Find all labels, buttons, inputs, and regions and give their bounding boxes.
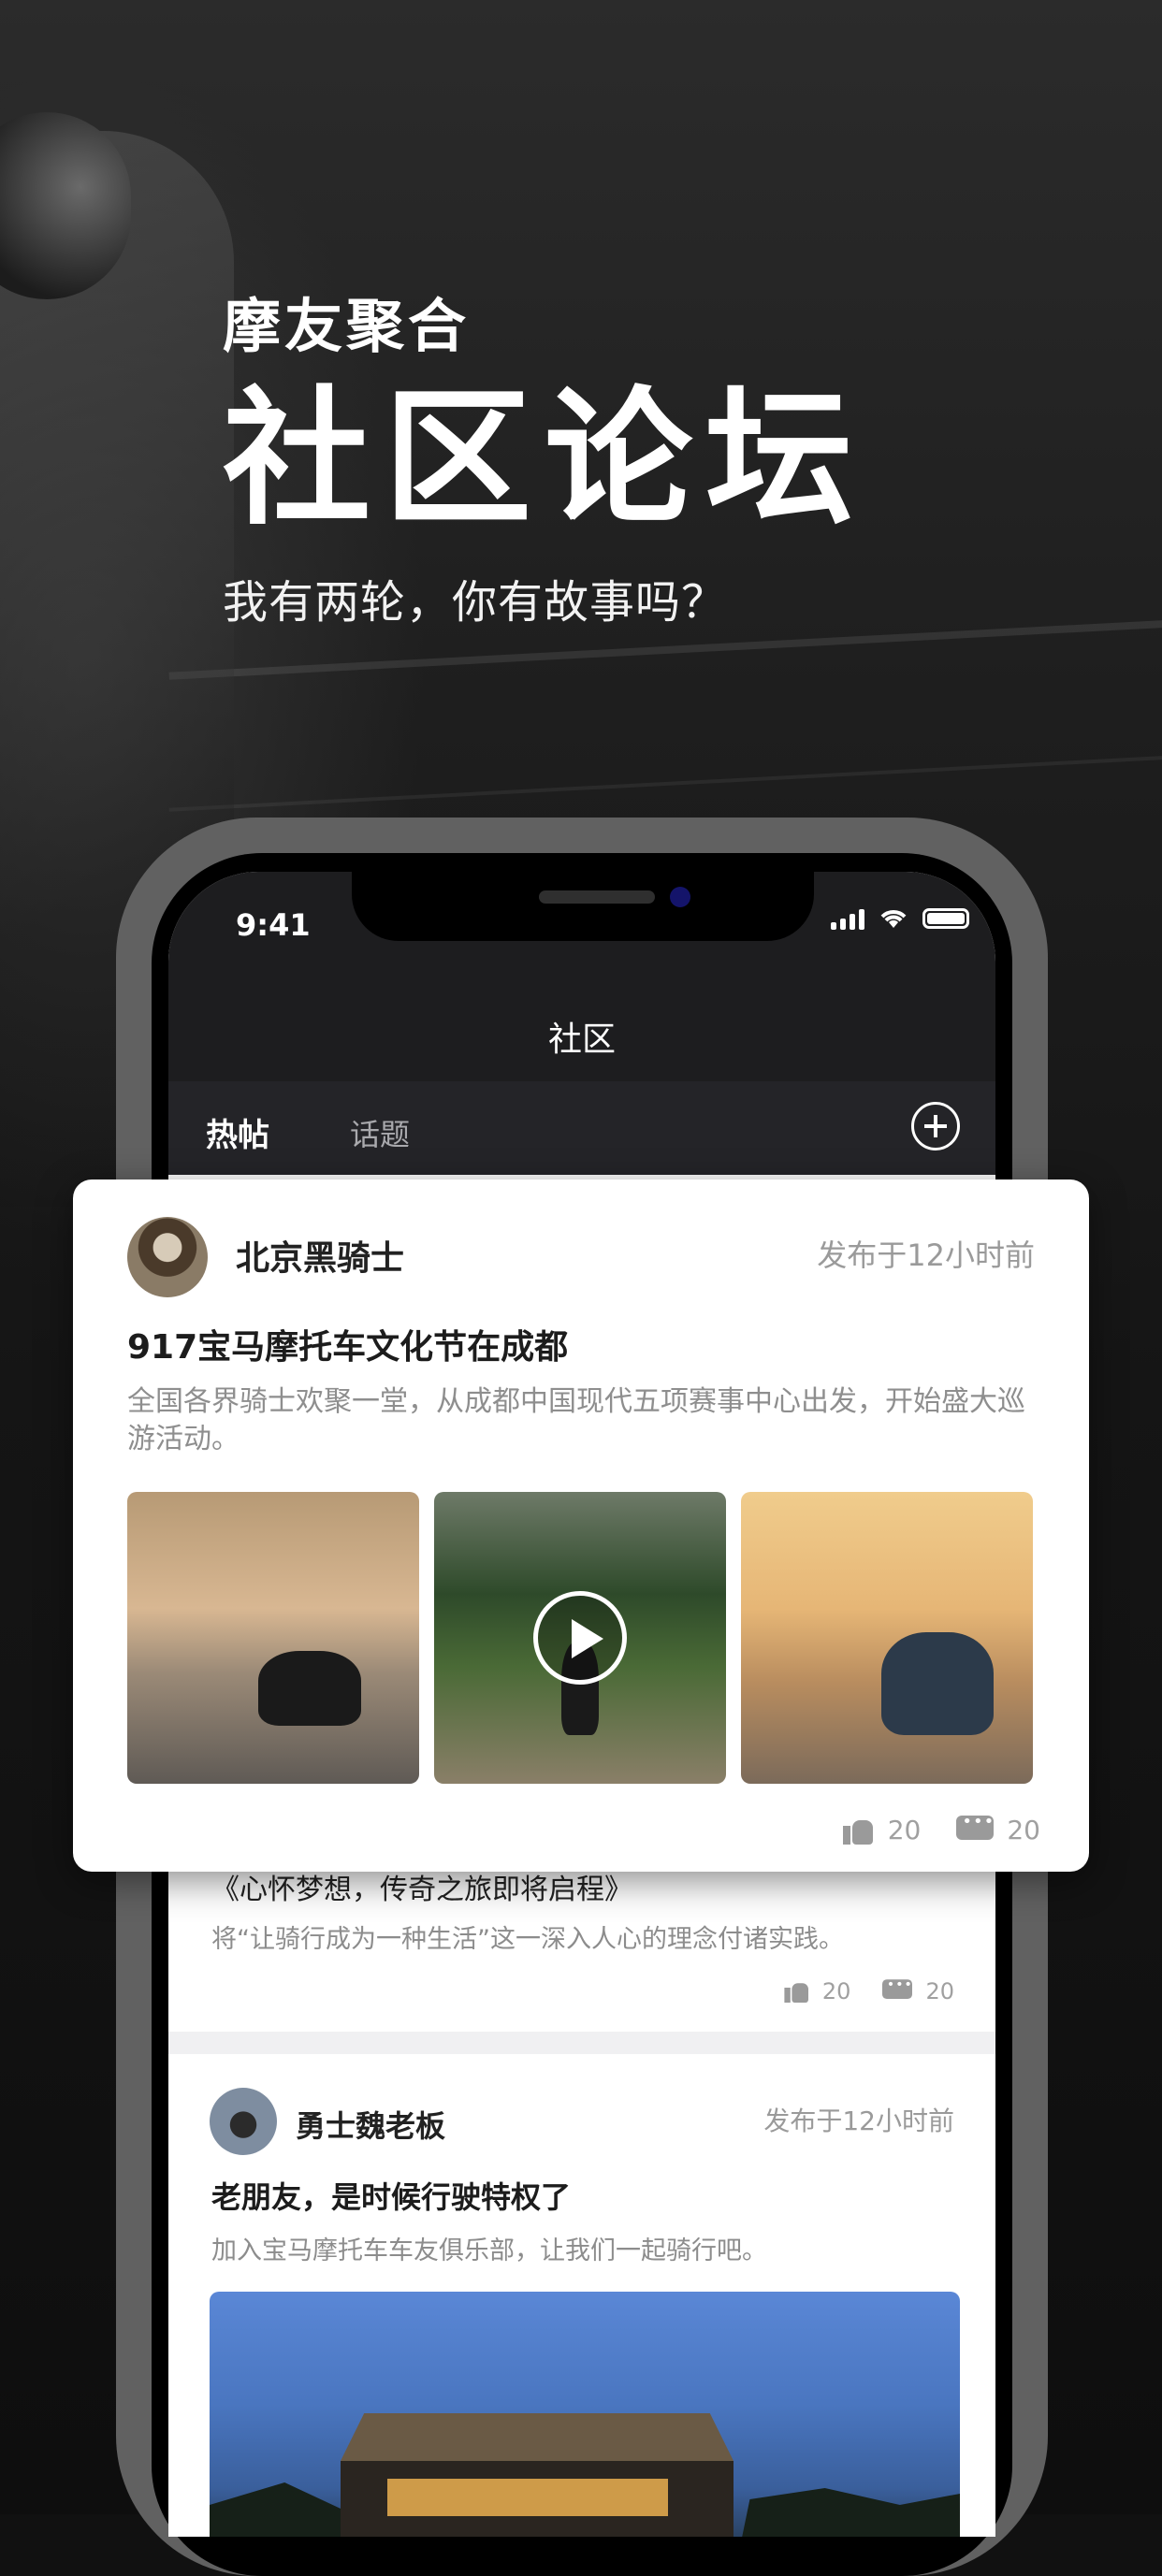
- hero-tagline: 我有两轮，你有故事吗？: [223, 576, 728, 629]
- sunset-terrace-scooter-photo[interactable]: [741, 1492, 1033, 1784]
- city-street-motorcycle-photo[interactable]: [127, 1492, 419, 1784]
- list-item[interactable]: 勇士魏老板 发布于12小时前 老朋友，是时候行驶特权了 加入宝马摩托车车友俱乐部…: [168, 2054, 995, 2537]
- post-description: 全国各界骑士欢聚一堂，从成都中国现代五项赛事中心出发，开始盛大巡游活动。: [127, 1385, 1025, 1455]
- tab-hot-posts[interactable]: 热帖: [206, 1109, 269, 1155]
- status-icons: [831, 907, 969, 930]
- phone-notch: [352, 872, 814, 941]
- post-author[interactable]: 北京黑骑士: [236, 1231, 404, 1280]
- nav-bar: 社区: [168, 993, 995, 1081]
- forest-road-rider-video[interactable]: [434, 1492, 726, 1784]
- post-stats: 20 20: [781, 1976, 954, 2006]
- status-bar: 9:41: [168, 872, 995, 993]
- hero-title: 社区论坛: [223, 373, 866, 545]
- comment-count: 20: [1007, 1815, 1040, 1845]
- tab-bar: 热帖 话题: [168, 1081, 995, 1175]
- post-time: 发布于12小时前: [817, 1237, 1035, 1273]
- post-image-grid: [127, 1492, 1033, 1784]
- wifi-icon: [880, 910, 907, 928]
- featured-post-card[interactable]: 北京黑骑士 发布于12小时前 917宝马摩托车文化节在成都 全国各界骑士欢聚一堂…: [73, 1179, 1089, 1872]
- nav-title: 社区: [547, 1020, 616, 1059]
- like-count: 20: [887, 1815, 922, 1845]
- signal-icon: [831, 907, 864, 930]
- like-count: 20: [821, 1978, 851, 2004]
- avatar[interactable]: [210, 2088, 277, 2155]
- thumbs-up-icon[interactable]: [842, 1816, 875, 1845]
- comment-icon[interactable]: [882, 1976, 913, 2004]
- post-title: 老朋友，是时候行驶特权了: [211, 2179, 572, 2215]
- post-image[interactable]: [210, 2292, 960, 2537]
- hero-subtitle: 摩友聚合: [223, 292, 471, 360]
- post-time: 发布于12小时前: [763, 2106, 954, 2136]
- list-item[interactable]: 《心怀梦想，传奇之旅即将启程》 将“让骑行成为一种生活”这一深入人心的理念付诸实…: [168, 1866, 995, 2004]
- plus-circle-icon[interactable]: [911, 1102, 960, 1151]
- image-lights: [387, 2479, 668, 2516]
- divider: [168, 2032, 995, 2054]
- avatar[interactable]: [127, 1217, 208, 1297]
- post-description: 将“让骑行成为一种生活”这一深入人心的理念付诸实践。: [211, 1925, 844, 1954]
- battery-icon: [922, 908, 969, 929]
- post-title: 《心怀梦想，传奇之旅即将启程》: [211, 1874, 632, 1906]
- hero-text: 摩友聚合 社区论坛 我有两轮，你有故事吗？: [223, 297, 866, 630]
- thumbs-up-icon[interactable]: [784, 1980, 809, 2003]
- post-description: 加入宝马摩托车车友俱乐部，让我们一起骑行吧。: [211, 2236, 767, 2265]
- speaker-grille: [539, 890, 655, 904]
- comment-count: 20: [925, 1978, 954, 2004]
- status-time: 9:41: [236, 907, 311, 943]
- tab-topics[interactable]: 话题: [350, 1111, 410, 1154]
- image-house: [341, 2413, 734, 2537]
- post-stats: 20 20: [842, 1812, 1040, 1845]
- post-title: 917宝马摩托车文化节在成都: [127, 1328, 569, 1367]
- play-icon[interactable]: [533, 1591, 627, 1685]
- comment-icon[interactable]: [956, 1812, 995, 1845]
- front-camera: [670, 887, 690, 907]
- post-author[interactable]: 勇士魏老板: [296, 2103, 445, 2146]
